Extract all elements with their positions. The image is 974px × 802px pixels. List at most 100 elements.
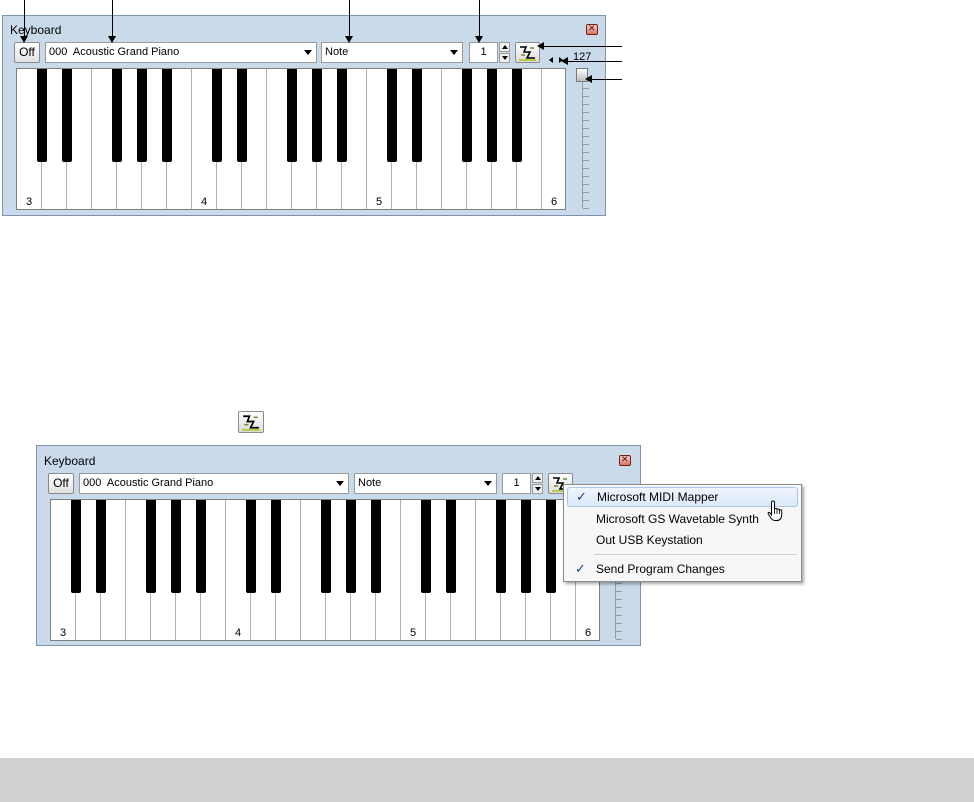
slider-tick xyxy=(583,136,589,137)
menu-item-label: Microsoft MIDI Mapper xyxy=(597,490,719,504)
patch-name: Acoustic Grand Piano xyxy=(72,46,180,58)
slider-tick xyxy=(616,591,622,592)
chevron-down-icon xyxy=(484,481,492,486)
slider-tick xyxy=(583,160,589,161)
footer-bar xyxy=(0,758,974,802)
stepper-up-icon[interactable] xyxy=(532,473,543,483)
octave-label: 3 xyxy=(60,627,67,639)
window-title: Keyboard xyxy=(10,23,62,37)
black-key[interactable] xyxy=(271,500,281,593)
piano-keyboard[interactable]: 3 4 5 6 xyxy=(50,499,600,641)
patch-select[interactable]: 000 Acoustic Grand Piano xyxy=(45,42,317,63)
black-key[interactable] xyxy=(496,500,506,593)
callout-line xyxy=(590,79,622,80)
black-key[interactable] xyxy=(387,69,397,162)
black-key[interactable] xyxy=(171,500,181,593)
slider-tick xyxy=(583,184,589,185)
black-key[interactable] xyxy=(512,69,522,162)
slider-tick xyxy=(583,192,589,193)
black-key[interactable] xyxy=(71,500,81,593)
close-icon[interactable] xyxy=(586,23,598,35)
patch-number: 000 xyxy=(83,477,102,489)
black-key[interactable] xyxy=(212,69,222,162)
callout-arrow xyxy=(561,57,568,65)
slider-tick xyxy=(583,200,589,201)
mode-value: Note xyxy=(358,477,382,489)
octave-label: 4 xyxy=(201,196,208,208)
black-key[interactable] xyxy=(146,500,156,593)
black-key[interactable] xyxy=(521,500,531,593)
slider-tick xyxy=(583,168,589,169)
black-key[interactable] xyxy=(37,69,47,162)
off-button[interactable]: Off xyxy=(48,473,74,494)
piano-keyboard[interactable]: 3 4 5 6 xyxy=(16,68,566,210)
octave-label: 5 xyxy=(376,196,383,208)
slider-tick xyxy=(583,208,589,209)
slider-tick xyxy=(583,88,589,89)
channel-stepper[interactable] xyxy=(499,42,510,63)
octave-label: 6 xyxy=(585,627,592,639)
black-key[interactable] xyxy=(487,69,497,162)
channel-stepper[interactable] xyxy=(532,473,543,494)
stepper-down-icon[interactable] xyxy=(532,484,543,494)
black-key[interactable] xyxy=(312,69,322,162)
black-key[interactable] xyxy=(237,69,247,162)
channel-input[interactable]: 1 xyxy=(502,473,531,494)
black-key[interactable] xyxy=(321,500,331,593)
black-key[interactable] xyxy=(162,69,172,162)
off-button[interactable]: Off xyxy=(14,42,40,63)
slider-tick xyxy=(583,96,589,97)
callout-line xyxy=(479,0,480,38)
slider-tick xyxy=(583,104,589,105)
octave-label: 4 xyxy=(235,627,242,639)
black-key[interactable] xyxy=(462,69,472,162)
callout-arrow xyxy=(585,75,592,83)
black-key[interactable] xyxy=(546,500,556,593)
slider-tick xyxy=(616,615,622,616)
mode-select[interactable]: Note xyxy=(321,42,463,63)
black-key[interactable] xyxy=(412,69,422,162)
patch-select[interactable]: 000 Acoustic Grand Piano xyxy=(79,473,349,494)
black-key[interactable] xyxy=(371,500,381,593)
black-key[interactable] xyxy=(287,69,297,162)
menu-item-gs-wavetable[interactable]: Microsoft GS Wavetable Synth xyxy=(567,509,798,529)
slider-tick xyxy=(616,599,622,600)
midi-output-icon-standalone xyxy=(238,411,264,433)
callout-line xyxy=(542,46,622,47)
octave-label: 3 xyxy=(26,196,33,208)
callout-line xyxy=(112,0,113,38)
black-key[interactable] xyxy=(112,69,122,162)
white-key[interactable] xyxy=(542,69,565,209)
callout-arrow xyxy=(20,36,28,43)
black-key[interactable] xyxy=(96,500,106,593)
midi-output-menu: ✓ Microsoft MIDI Mapper Microsoft GS Wav… xyxy=(563,484,802,582)
menu-item-usb-keystation[interactable]: Out USB Keystation xyxy=(567,530,798,550)
slider-tick xyxy=(616,583,622,584)
callout-arrow xyxy=(537,42,544,50)
black-key[interactable] xyxy=(337,69,347,162)
patch-name: Acoustic Grand Piano xyxy=(106,477,214,489)
stepper-down-icon[interactable] xyxy=(499,53,510,63)
black-key[interactable] xyxy=(346,500,356,593)
black-key[interactable] xyxy=(246,500,256,593)
stepper-up-icon[interactable] xyxy=(499,42,510,52)
close-icon[interactable] xyxy=(619,454,631,466)
channel-input[interactable]: 1 xyxy=(469,42,498,63)
mode-select[interactable]: Note xyxy=(354,473,497,494)
menu-item-midi-mapper[interactable]: ✓ Microsoft MIDI Mapper xyxy=(567,487,798,507)
black-key[interactable] xyxy=(446,500,456,593)
velocity-slider[interactable] xyxy=(573,68,595,210)
keyboard-window-top: Keyboard Off 000 Acoustic Grand Piano No… xyxy=(2,15,606,216)
slider-tick xyxy=(583,128,589,129)
midi-output-icon xyxy=(519,46,536,61)
slider-tick xyxy=(616,623,622,624)
black-key[interactable] xyxy=(62,69,72,162)
slider-tick xyxy=(583,112,589,113)
slider-tick xyxy=(583,176,589,177)
black-key[interactable] xyxy=(137,69,147,162)
black-key[interactable] xyxy=(196,500,206,593)
menu-item-send-program-changes[interactable]: ✓ Send Program Changes xyxy=(567,559,798,579)
hand-cursor-icon xyxy=(767,500,783,521)
callout-arrow xyxy=(345,36,353,43)
black-key[interactable] xyxy=(421,500,431,593)
